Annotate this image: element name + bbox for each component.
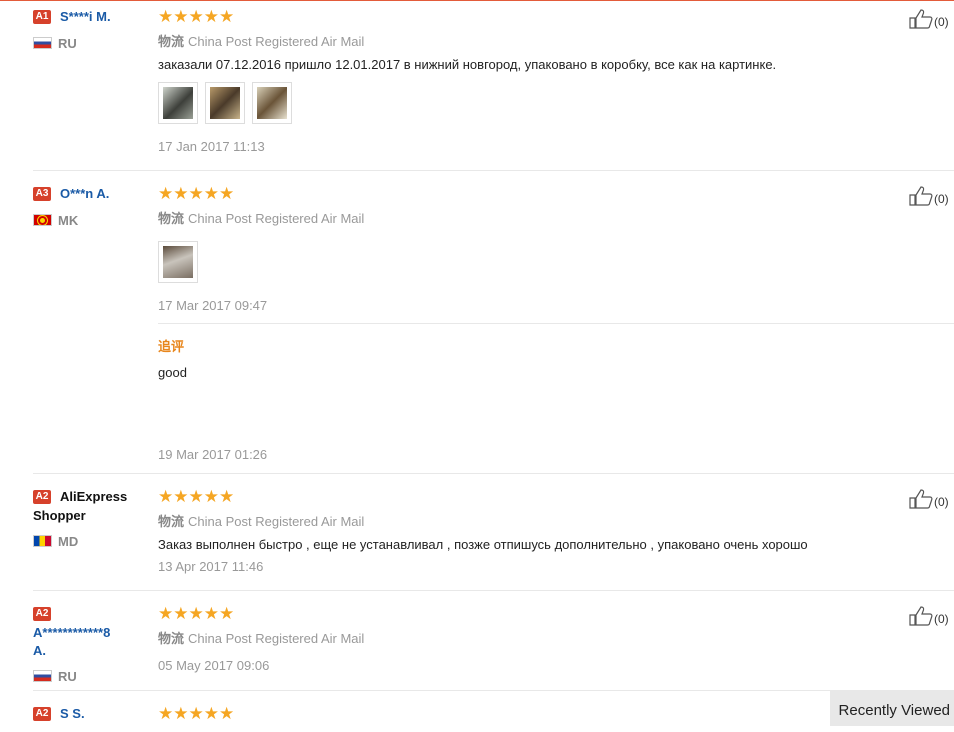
buyer-name[interactable]: S****i M.	[60, 9, 111, 24]
shipping-info: 物流 China Post Registered Air Mail	[158, 211, 365, 226]
buyer-name[interactable]: S S.	[60, 706, 85, 721]
thumbs-up-icon	[909, 606, 933, 626]
buyer-level-badge: A2	[33, 607, 51, 621]
review-date: 13 Apr 2017 11:46	[158, 559, 264, 574]
additional-feedback-text: good	[158, 365, 187, 380]
buyer-name: AliExpress	[60, 489, 128, 504]
buyer-name[interactable]: A************8	[33, 625, 110, 640]
review-divider	[33, 690, 954, 691]
shipping-info: 物流 China Post Registered Air Mail	[158, 514, 365, 529]
review-date: 05 May 2017 09:06	[158, 658, 270, 673]
review-photo[interactable]	[205, 82, 245, 124]
review-photo[interactable]	[158, 241, 198, 283]
buyer-level-badge: A3	[33, 187, 51, 201]
review-divider	[33, 170, 954, 171]
buyer-name-line2[interactable]: A.	[33, 643, 46, 658]
buyer-name-line2: Shopper	[33, 508, 86, 523]
review-photo[interactable]	[252, 82, 292, 124]
additional-feedback-label: 追评	[158, 339, 185, 354]
like-button[interactable]: (0)	[909, 489, 949, 509]
review-date: 17 Mar 2017 09:47	[158, 298, 268, 313]
macedonia-flag-icon	[33, 214, 52, 226]
buyer-name[interactable]: O***n A.	[60, 186, 109, 201]
like-button[interactable]: (0)	[909, 186, 949, 206]
review-divider	[33, 590, 954, 591]
review-divider	[33, 473, 954, 474]
recently-viewed-tab[interactable]: Recently Viewed	[830, 690, 954, 726]
additional-feedback-divider	[158, 323, 954, 324]
russia-flag-icon	[33, 37, 52, 49]
review-text: Заказ выполнен быстро , еще не устанавли…	[158, 537, 808, 552]
buyer-level-badge: A1	[33, 10, 51, 24]
review-photo[interactable]	[158, 82, 198, 124]
buyer-level-badge: A2	[33, 707, 51, 721]
buyer-country: RU	[33, 36, 77, 51]
like-button[interactable]: (0)	[909, 9, 949, 29]
shipping-info: 物流 China Post Registered Air Mail	[158, 34, 365, 49]
moldova-flag-icon	[33, 535, 52, 547]
review-photos	[158, 241, 198, 283]
star-rating: ★★★★★	[158, 704, 235, 723]
top-accent-line	[0, 0, 954, 1]
review-date: 17 Jan 2017 11:13	[158, 139, 265, 154]
thumbs-up-icon	[909, 9, 933, 29]
star-rating: ★★★★★	[158, 487, 235, 506]
review-photos	[158, 82, 292, 124]
russia-flag-icon	[33, 670, 52, 682]
like-button[interactable]: (0)	[909, 606, 949, 626]
buyer-country: RU	[33, 669, 77, 684]
star-rating: ★★★★★	[158, 7, 235, 26]
shipping-info: 物流 China Post Registered Air Mail	[158, 631, 365, 646]
star-rating: ★★★★★	[158, 604, 235, 623]
buyer-level-badge: A2	[33, 490, 51, 504]
additional-feedback-date: 19 Mar 2017 01:26	[158, 447, 268, 462]
buyer-country: MD	[33, 534, 78, 549]
buyer-country: MK	[33, 213, 78, 228]
thumbs-up-icon	[909, 489, 933, 509]
star-rating: ★★★★★	[158, 184, 235, 203]
thumbs-up-icon	[909, 186, 933, 206]
review-text: заказали 07.12.2016 пришло 12.01.2017 в …	[158, 57, 777, 72]
